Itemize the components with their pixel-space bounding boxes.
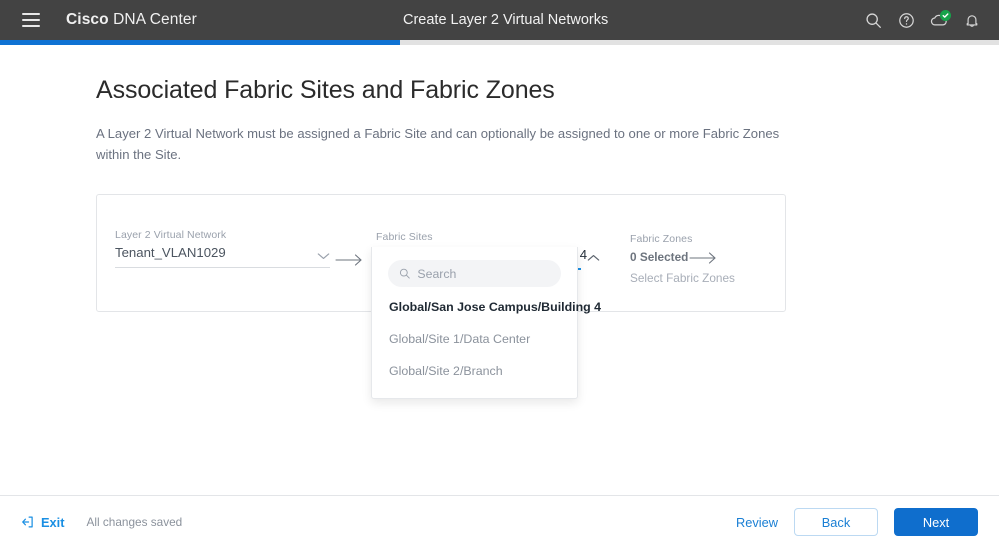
fabric-site-option[interactable]: Global/San Jose Campus/Building 4 — [372, 291, 577, 323]
header-icon-group — [862, 9, 983, 31]
exit-label: Exit — [41, 515, 64, 530]
page-description: A Layer 2 Virtual Network must be assign… — [96, 124, 786, 165]
fabric-zones-selected-count: 0 Selected — [630, 249, 780, 267]
app-header: Cisco DNA Center Create Layer 2 Virtual … — [0, 0, 999, 40]
chevron-up-icon — [587, 254, 600, 262]
fabric-site-option[interactable]: Global/Site 2/Branch — [372, 355, 577, 387]
arrow-right-icon — [335, 253, 365, 267]
fabric-zones-label: Fabric Zones — [630, 233, 780, 245]
review-link[interactable]: Review — [736, 515, 778, 530]
cloud-status-icon[interactable] — [928, 9, 950, 31]
cloud-status-check-badge — [940, 10, 951, 21]
exit-button[interactable]: Exit — [21, 515, 64, 530]
l2vn-select[interactable]: Tenant_VLAN1029 — [115, 245, 330, 268]
fabric-site-option[interactable]: Global/Site 1/Data Center — [372, 323, 577, 355]
fabric-sites-dropdown-panel: Global/San Jose Campus/Building 4Global/… — [371, 247, 578, 399]
back-button[interactable]: Back — [794, 508, 878, 536]
hamburger-bar — [22, 25, 40, 27]
step-layer2-virtual-network: Layer 2 Virtual Network Tenant_VLAN1029 — [115, 229, 330, 268]
save-status-text: All changes saved — [86, 515, 182, 529]
fabric-sites-search-input[interactable] — [417, 267, 550, 281]
help-icon[interactable] — [895, 9, 917, 31]
wizard-footer: Exit All changes saved Review Back Next — [0, 495, 999, 548]
brand-logo[interactable]: Cisco DNA Center — [66, 11, 197, 29]
page-title: Associated Fabric Sites and Fabric Zones — [96, 76, 999, 105]
hamburger-bar — [22, 19, 40, 21]
l2vn-label: Layer 2 Virtual Network — [115, 229, 330, 241]
exit-arrow-icon — [21, 515, 35, 529]
chevron-down-icon — [317, 252, 330, 260]
search-icon — [399, 267, 410, 280]
brand-name-secondary: DNA Center — [113, 11, 197, 28]
fabric-zones-hint: Select Fabric Zones — [630, 271, 780, 285]
search-icon[interactable] — [862, 9, 884, 31]
wizard-progress-fill — [0, 40, 400, 45]
fabric-sites-option-list: Global/San Jose Campus/Building 4Global/… — [372, 291, 577, 387]
fabric-sites-label: Fabric Sites — [376, 231, 581, 243]
hamburger-bar — [22, 13, 40, 15]
next-button[interactable]: Next — [894, 508, 978, 536]
wizard-progress-bar — [0, 40, 999, 45]
brand-name-primary: Cisco — [66, 11, 109, 28]
fabric-sites-search-box[interactable] — [388, 260, 561, 287]
notifications-bell-icon[interactable] — [961, 9, 983, 31]
hamburger-menu-icon[interactable] — [22, 13, 40, 27]
page-header-title: Create Layer 2 Virtual Networks — [403, 12, 608, 28]
step-fabric-zones[interactable]: Fabric Zones 0 Selected Select Fabric Zo… — [630, 233, 780, 285]
l2vn-selected-value: Tenant_VLAN1029 — [115, 245, 226, 260]
footer-actions: Review Back Next — [736, 508, 978, 536]
